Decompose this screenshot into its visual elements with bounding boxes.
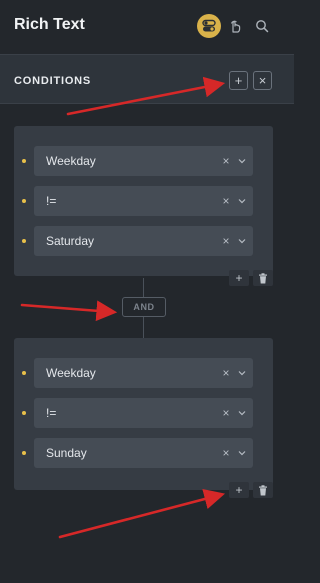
row-bullet xyxy=(22,371,26,375)
condition-row: Weekday × xyxy=(14,358,273,388)
condition-row: Sunday × xyxy=(14,438,273,468)
connector-line xyxy=(143,317,144,338)
conditions-toggle-button[interactable] xyxy=(197,14,221,38)
condition-group-1: Weekday × != × Saturday × xyxy=(14,126,273,276)
operator-select[interactable]: != × xyxy=(34,186,253,216)
condition-row: != × xyxy=(14,398,273,428)
chevron-down-icon[interactable] xyxy=(237,367,247,379)
and-connector-button[interactable]: AND xyxy=(122,297,166,317)
row-bullet xyxy=(22,199,26,203)
conditions-toggle-icon xyxy=(202,19,216,32)
condition-value: Weekday xyxy=(46,366,96,380)
condition-value: != xyxy=(46,194,57,208)
row-bullet xyxy=(22,451,26,455)
close-icon: × xyxy=(258,73,267,88)
row-bullet xyxy=(22,159,26,163)
add-condition-group-button[interactable]: + xyxy=(229,71,248,90)
condition-value: Weekday xyxy=(46,154,96,168)
operator-select[interactable]: != × xyxy=(34,398,253,428)
arrow-to-and xyxy=(20,300,118,322)
value-select[interactable]: Saturday × xyxy=(34,226,253,256)
chevron-down-icon[interactable] xyxy=(237,407,247,419)
arrow-to-add-condition xyxy=(58,488,226,539)
delete-group-button[interactable] xyxy=(253,482,273,498)
clear-icon[interactable]: × xyxy=(221,234,231,248)
value-select[interactable]: Sunday × xyxy=(34,438,253,468)
condition-group-2: Weekday × != × Sunday × xyxy=(14,338,273,490)
clear-icon[interactable]: × xyxy=(221,366,231,380)
condition-select[interactable]: Weekday × xyxy=(34,146,253,176)
plus-icon: + xyxy=(234,73,243,88)
condition-row: Saturday × xyxy=(14,226,273,256)
connector-line xyxy=(143,278,144,297)
trash-icon xyxy=(259,272,267,283)
condition-row: != × xyxy=(14,186,273,216)
search-button[interactable] xyxy=(250,14,274,38)
add-condition-button[interactable]: + xyxy=(229,270,249,286)
chevron-down-icon[interactable] xyxy=(237,447,247,459)
condition-select[interactable]: Weekday × xyxy=(34,358,253,388)
trash-icon xyxy=(259,484,267,495)
pointer-icon xyxy=(231,20,241,33)
condition-value: Sunday xyxy=(46,446,87,460)
search-icon xyxy=(256,20,269,33)
clear-icon[interactable]: × xyxy=(221,194,231,208)
interactions-button[interactable] xyxy=(223,14,247,38)
add-condition-button[interactable]: + xyxy=(229,482,249,498)
chevron-down-icon[interactable] xyxy=(237,195,247,207)
clear-icon[interactable]: × xyxy=(221,446,231,460)
close-conditions-button[interactable]: × xyxy=(253,71,272,90)
chevron-down-icon[interactable] xyxy=(237,235,247,247)
conditions-title: CONDITIONS xyxy=(14,75,92,87)
chevron-down-icon[interactable] xyxy=(237,155,247,167)
row-bullet xyxy=(22,239,26,243)
condition-value: Saturday xyxy=(46,234,95,248)
clear-icon[interactable]: × xyxy=(221,154,231,168)
delete-group-button[interactable] xyxy=(253,270,273,286)
condition-row: Weekday × xyxy=(14,146,273,176)
panel-title: Rich Text xyxy=(14,16,85,33)
clear-icon[interactable]: × xyxy=(221,406,231,420)
plus-icon: + xyxy=(235,271,243,285)
row-bullet xyxy=(22,411,26,415)
panel-header: Rich Text xyxy=(0,0,294,52)
condition-value: != xyxy=(46,406,57,420)
conditions-section-header: CONDITIONS + × xyxy=(0,54,294,104)
plus-icon: + xyxy=(235,483,243,497)
